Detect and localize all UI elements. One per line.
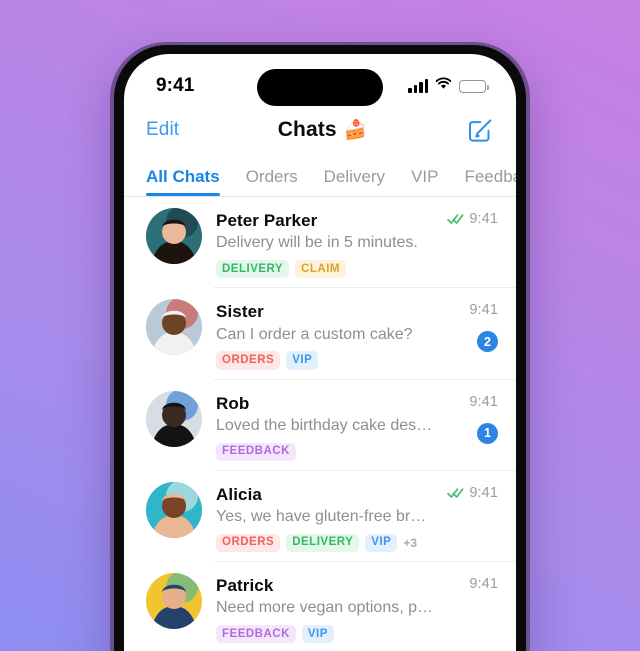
tag-row: FEEDBACK: [216, 442, 434, 461]
edit-button[interactable]: Edit: [146, 119, 179, 141]
chat-timestamp: 9:41: [469, 393, 498, 410]
status-bar: 9:41: [124, 54, 516, 108]
phone-bezel: 9:41 Edit Chats 🍰 All Chats Orders Deliv…: [114, 45, 526, 651]
chat-content: Rob Loved the birthday cake design! FEEDBA…: [216, 391, 434, 461]
tag-row: ORDERS DELIVERY VIP +3: [216, 533, 434, 553]
tag-vip[interactable]: VIP: [365, 533, 398, 553]
tag-orders[interactable]: ORDERS: [216, 533, 281, 553]
tag-delivery[interactable]: DELIVERY: [286, 533, 360, 553]
tab-bar[interactable]: All ChatsOrdersDeliveryVIPFeedbackE: [124, 156, 516, 196]
chat-list[interactable]: Peter Parker Delivery will be in 5 minute…: [124, 197, 516, 651]
read-receipt-icon: [447, 487, 464, 499]
tag-feedback[interactable]: FEEDBACK: [216, 442, 296, 461]
battery-full-icon: [459, 79, 489, 93]
avatar-rob: [146, 390, 202, 447]
chat-meta: 9:41: [442, 482, 498, 501]
chat-timestamp: 9:41: [469, 302, 498, 319]
navigation-bar: Edit Chats 🍰: [124, 108, 516, 156]
chat-meta: 9:41 1: [442, 391, 498, 444]
chat-timestamp: 9:41: [469, 576, 498, 593]
cake-emoji-icon: 🍰: [343, 120, 368, 141]
chat-timestamp: 9:41: [469, 484, 498, 501]
dynamic-island: [257, 69, 383, 106]
tab-all-chats[interactable]: All Chats: [146, 167, 220, 196]
chat-meta-top: 9:41: [447, 485, 498, 501]
chat-name: Rob: [216, 393, 250, 413]
tab-vip[interactable]: VIP: [411, 167, 438, 196]
status-bar-icons: [408, 77, 489, 95]
chat-meta-top: 9:41: [469, 576, 498, 592]
status-bar-time: 9:41: [156, 75, 195, 96]
tag-row: DELIVERY CLAIM: [216, 260, 434, 279]
avatar-alicia: [146, 481, 202, 538]
wifi-icon: [435, 77, 452, 95]
chat-row[interactable]: Alicia Yes, we have gluten-free bread ava…: [124, 471, 516, 563]
chat-preview: Delivery will be in 5 minutes.: [216, 234, 418, 252]
tag-delivery[interactable]: DELIVERY: [216, 260, 290, 279]
tag-overflow-count: +3: [403, 535, 418, 550]
chat-meta: 9:41 2: [442, 299, 498, 353]
unread-badge: 1: [477, 422, 498, 444]
chat-row[interactable]: Sister Can I order a custom cake? ORDERS VI…: [124, 288, 516, 380]
chat-row[interactable]: Peter Parker Delivery will be in 5 minute…: [124, 197, 516, 289]
chat-meta: 9:41: [442, 208, 498, 227]
cellular-signal-icon: [408, 78, 428, 93]
chat-row[interactable]: Patrick Need more vegan options, please. F…: [124, 562, 516, 651]
chat-content: Patrick Need more vegan options, please. F…: [216, 573, 434, 644]
tag-feedback[interactable]: FEEDBACK: [216, 625, 296, 644]
chat-name: Peter Parker: [216, 211, 318, 230]
chat-timestamp: 9:41: [469, 211, 498, 227]
chat-preview: Yes, we have gluten-free bread available…: [216, 508, 434, 526]
chat-content: Sister Can I order a custom cake? ORDERS VI…: [216, 299, 434, 370]
tag-vip[interactable]: VIP: [286, 351, 319, 370]
tag-row: FEEDBACK VIP: [216, 625, 434, 644]
unread-badge: 2: [477, 331, 498, 353]
page-title: Chats 🍰: [278, 118, 368, 142]
read-receipt-icon: [447, 213, 464, 225]
phone-screen: 9:41 Edit Chats 🍰 All Chats Orders Deliv…: [124, 54, 516, 651]
chat-content: Alicia Yes, we have gluten-free bread ava…: [216, 482, 434, 553]
tab-feedback[interactable]: Feedback: [464, 167, 516, 196]
phone-frame: 9:41 Edit Chats 🍰 All Chats Orders Deliv…: [110, 42, 530, 651]
tag-row: ORDERS VIP: [216, 351, 434, 370]
chat-name: Alicia: [216, 484, 262, 504]
chat-preview: Need more vegan options, please.: [216, 599, 434, 617]
page-title-text: Chats: [277, 118, 337, 141]
chat-content: Peter Parker Delivery will be in 5 minute…: [216, 208, 434, 279]
tag-orders[interactable]: ORDERS: [216, 351, 281, 370]
avatar-patrick: [146, 573, 202, 630]
chat-meta-top: 9:41: [447, 211, 498, 227]
tag-vip[interactable]: VIP: [301, 625, 334, 644]
tab-delivery[interactable]: Delivery: [324, 167, 385, 196]
compose-icon: [468, 119, 492, 142]
avatar-peter-parker: [146, 208, 202, 264]
chat-row[interactable]: Rob Loved the birthday cake design! FEEDBA…: [124, 380, 516, 472]
tab-orders[interactable]: Orders: [246, 167, 298, 196]
chat-name: Sister: [216, 302, 264, 322]
compose-button[interactable]: [466, 116, 494, 144]
tag-claim[interactable]: CLAIM: [295, 260, 347, 279]
chat-preview: Can I order a custom cake?: [216, 325, 413, 343]
chat-name: Patrick: [216, 576, 274, 596]
chat-preview: Loved the birthday cake design!: [216, 416, 434, 434]
avatar-sister: [146, 299, 202, 356]
chat-meta: 9:41: [442, 573, 498, 592]
chat-meta-top: 9:41: [469, 394, 498, 410]
chat-meta-top: 9:41: [469, 302, 498, 318]
